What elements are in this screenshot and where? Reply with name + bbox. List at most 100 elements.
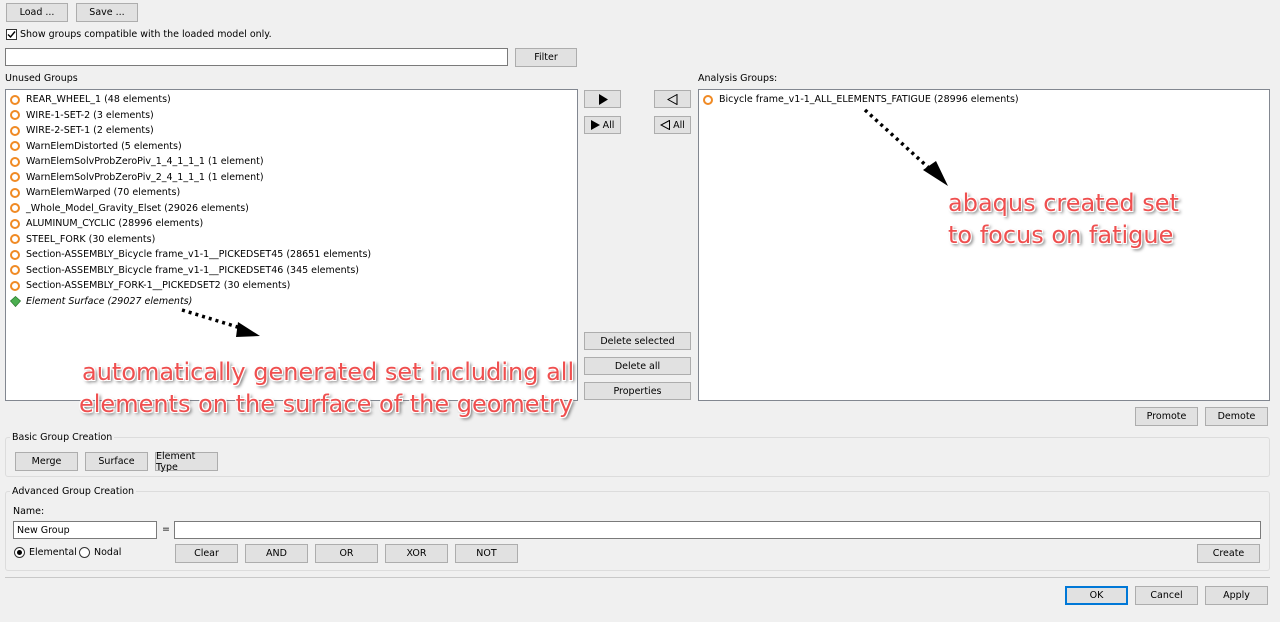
radio-selected-icon bbox=[14, 547, 25, 558]
triangle-left-icon bbox=[667, 93, 678, 105]
move-all-left-button[interactable]: All bbox=[654, 116, 691, 134]
list-item-label: ALUMINUM_CYCLIC (28996 elements) bbox=[26, 218, 204, 230]
annotation-right-line1: abaqus created set bbox=[948, 189, 1179, 217]
save-button[interactable]: Save ... bbox=[76, 3, 138, 22]
show-compatible-checkbox[interactable]: Show groups compatible with the loaded m… bbox=[6, 29, 272, 40]
orange-ring-icon bbox=[10, 110, 20, 121]
list-item-label: Section-ASSEMBLY_Bicycle frame_v1-1__PIC… bbox=[26, 249, 372, 261]
list-item-label: WarnElemSolvProbZeroPiv_2_4_1_1_1 (1 ele… bbox=[26, 171, 264, 183]
list-item-label: Element Surface (29027 elements) bbox=[26, 295, 193, 307]
properties-button[interactable]: Properties bbox=[584, 382, 691, 400]
move-all-left-label: All bbox=[673, 119, 685, 131]
list-item[interactable]: REAR_WHEEL_1 (48 elements) bbox=[10, 92, 573, 108]
list-item[interactable]: _Whole_Model_Gravity_Elset (29026 elemen… bbox=[10, 201, 573, 217]
list-item[interactable]: STEEL_FORK (30 elements) bbox=[10, 232, 573, 248]
list-item[interactable]: Bicycle frame_v1-1_ALL_ELEMENTS_FATIGUE … bbox=[703, 92, 1265, 108]
xor-button[interactable]: XOR bbox=[385, 544, 448, 563]
unused-groups-title: Unused Groups bbox=[5, 73, 78, 84]
radio-unselected-icon bbox=[79, 547, 90, 558]
orange-ring-icon bbox=[10, 125, 20, 136]
list-item-label: _Whole_Model_Gravity_Elset (29026 elemen… bbox=[26, 202, 249, 214]
elemental-label: Elemental bbox=[29, 547, 77, 558]
orange-ring-icon bbox=[10, 234, 20, 245]
cancel-button[interactable]: Cancel bbox=[1135, 586, 1198, 605]
merge-button[interactable]: Merge bbox=[15, 452, 78, 471]
group-name-input[interactable]: New Group bbox=[13, 521, 157, 539]
green-gem-icon bbox=[10, 295, 21, 307]
and-button[interactable]: AND bbox=[245, 544, 308, 563]
list-item[interactable]: Section-ASSEMBLY_Bicycle frame_v1-1__PIC… bbox=[10, 247, 573, 263]
orange-ring-icon bbox=[10, 156, 20, 167]
unused-groups-list[interactable]: REAR_WHEEL_1 (48 elements) WIRE-1-SET-2 (… bbox=[5, 89, 578, 401]
list-item[interactable]: Section-ASSEMBLY_Bicycle frame_v1-1__PIC… bbox=[10, 263, 573, 279]
move-left-button[interactable] bbox=[654, 90, 691, 108]
list-item[interactable]: Element Surface (29027 elements) bbox=[10, 294, 573, 310]
annotation-left-line1: automatically generated set including al… bbox=[82, 358, 575, 386]
list-item-label: WIRE-1-SET-2 (3 elements) bbox=[26, 109, 154, 121]
orange-ring-icon bbox=[10, 280, 20, 291]
list-item[interactable]: WarnElemSolvProbZeroPiv_2_4_1_1_1 (1 ele… bbox=[10, 170, 573, 186]
move-all-right-label: All bbox=[602, 119, 615, 131]
basic-group-title: Basic Group Creation bbox=[10, 432, 115, 443]
analysis-groups-title: Analysis Groups: bbox=[698, 73, 778, 84]
list-item-label: WarnElemDistorted (5 elements) bbox=[26, 140, 182, 152]
orange-ring-icon bbox=[10, 187, 20, 198]
orange-ring-icon bbox=[10, 249, 20, 260]
demote-button[interactable]: Demote bbox=[1205, 407, 1268, 426]
play-right-icon bbox=[598, 93, 608, 105]
name-label: Name: bbox=[13, 506, 45, 517]
nodal-label: Nodal bbox=[94, 547, 122, 558]
promote-button[interactable]: Promote bbox=[1135, 407, 1198, 426]
list-item-label: STEEL_FORK (30 elements) bbox=[26, 233, 156, 245]
or-button[interactable]: OR bbox=[315, 544, 378, 563]
list-item[interactable]: WarnElemDistorted (5 elements) bbox=[10, 139, 573, 155]
expression-input[interactable] bbox=[174, 521, 1261, 539]
orange-ring-icon bbox=[10, 218, 20, 229]
list-item[interactable]: WIRE-2-SET-1 (2 elements) bbox=[10, 123, 573, 139]
list-item-label: Bicycle frame_v1-1_ALL_ELEMENTS_FATIGUE … bbox=[719, 94, 1019, 106]
delete-selected-button[interactable]: Delete selected bbox=[584, 332, 691, 350]
list-item-label: Section-ASSEMBLY_FORK-1__PICKEDSET2 (30 … bbox=[26, 280, 291, 292]
orange-ring-icon bbox=[10, 203, 20, 214]
separator bbox=[5, 577, 1270, 578]
list-item-label: WIRE-2-SET-1 (2 elements) bbox=[26, 125, 154, 137]
list-item[interactable]: Section-ASSEMBLY_FORK-1__PICKEDSET2 (30 … bbox=[10, 278, 573, 294]
list-item-label: REAR_WHEEL_1 (48 elements) bbox=[26, 94, 171, 106]
list-item-label: Section-ASSEMBLY_Bicycle frame_v1-1__PIC… bbox=[26, 264, 360, 276]
load-button[interactable]: Load ... bbox=[6, 3, 68, 22]
triangle-left-icon bbox=[660, 120, 671, 130]
show-compatible-label: Show groups compatible with the loaded m… bbox=[20, 29, 272, 40]
clear-button[interactable]: Clear bbox=[175, 544, 238, 563]
orange-ring-icon bbox=[703, 94, 713, 105]
orange-ring-icon bbox=[10, 141, 20, 152]
ok-button[interactable]: OK bbox=[1065, 586, 1128, 605]
annotation-arrow-left bbox=[181, 308, 260, 337]
list-item-label: WarnElemSolvProbZeroPiv_1_4_1_1_1 (1 ele… bbox=[26, 156, 264, 168]
orange-ring-icon bbox=[10, 94, 20, 105]
advanced-group-title: Advanced Group Creation bbox=[10, 486, 137, 497]
annotation-right-line2: to focus on fatigue bbox=[948, 221, 1174, 249]
move-all-right-button[interactable]: All bbox=[584, 116, 621, 134]
nodal-radio[interactable]: Nodal bbox=[79, 547, 121, 558]
surface-button[interactable]: Surface bbox=[85, 452, 148, 471]
not-button[interactable]: NOT bbox=[455, 544, 518, 563]
elemental-radio[interactable]: Elemental bbox=[14, 547, 77, 558]
orange-ring-icon bbox=[10, 172, 20, 183]
list-item[interactable]: WarnElemWarped (70 elements) bbox=[10, 185, 573, 201]
annotation-left-line2: elements on the surface of the geometry bbox=[79, 390, 574, 418]
filter-button[interactable]: Filter bbox=[515, 48, 577, 67]
checkbox-check-icon bbox=[6, 29, 17, 40]
delete-all-button[interactable]: Delete all bbox=[584, 357, 691, 375]
list-item[interactable]: WIRE-1-SET-2 (3 elements) bbox=[10, 108, 573, 124]
list-item[interactable]: ALUMINUM_CYCLIC (28996 elements) bbox=[10, 216, 573, 232]
element-type-button[interactable]: Element Type bbox=[155, 451, 218, 473]
list-item[interactable]: WarnElemSolvProbZeroPiv_1_4_1_1_1 (1 ele… bbox=[10, 154, 573, 170]
apply-button[interactable]: Apply bbox=[1205, 586, 1268, 605]
play-right-icon bbox=[590, 120, 600, 130]
create-button[interactable]: Create bbox=[1197, 544, 1260, 563]
filter-input[interactable] bbox=[5, 48, 508, 66]
equals-sign: = bbox=[162, 524, 170, 535]
move-right-button[interactable] bbox=[584, 90, 621, 108]
list-item-label: WarnElemWarped (70 elements) bbox=[26, 187, 181, 199]
orange-ring-icon bbox=[10, 265, 20, 276]
